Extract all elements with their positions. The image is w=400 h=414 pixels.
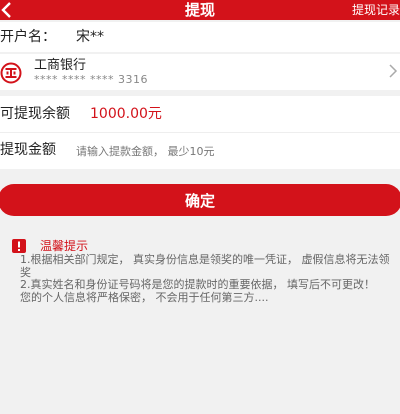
available-balance-value: 1000.00元 <box>90 106 162 122</box>
tip-line: 2.真实姓名和身份证号码将是您的提款时的重要依据， 填写后不可更改！ <box>20 278 375 291</box>
card-number: **** **** **** 3316 <box>34 73 148 86</box>
bank-card-row[interactable]: 工商银行 **** **** **** 3316 <box>0 54 400 90</box>
tips-title-text: 温馨提示 <box>40 239 89 253</box>
tip-line: 您的个人信息将严格保密， 不会用于任何第三方.... <box>20 290 269 304</box>
tip-line: 1.根据相关部门规定， 真实身份信息是领奖的唯一凭证， 虚假信息将无法领奖 <box>20 253 390 279</box>
account-holder-value: 宋** <box>76 29 104 45</box>
nav-bar: 提现 提现记录 <box>0 0 400 20</box>
confirm-button[interactable]: 确定 <box>0 184 400 216</box>
page-title: 提现 <box>184 1 215 19</box>
withdraw-amount-label: 提现金额 <box>0 142 56 158</box>
chevron-right-icon <box>389 64 398 78</box>
account-holder-row: 开户名： 宋** <box>0 22 400 52</box>
available-balance-row: 可提现余额 1000.00元 <box>0 96 400 132</box>
available-balance-label: 可提现余额 <box>0 106 70 122</box>
withdraw-amount-input[interactable] <box>74 139 378 163</box>
tips-body: 1.根据相关部门规定， 真实身份信息是领奖的唯一凭证， 虚假信息将无法领奖 2.… <box>20 253 390 304</box>
warning-icon <box>12 239 26 253</box>
withdraw-record-link[interactable]: 提现记录 <box>352 0 400 20</box>
icbc-logo-icon <box>0 62 22 84</box>
withdraw-amount-row: 提现金额 <box>0 132 400 169</box>
account-holder-label: 开户名： <box>0 29 56 45</box>
